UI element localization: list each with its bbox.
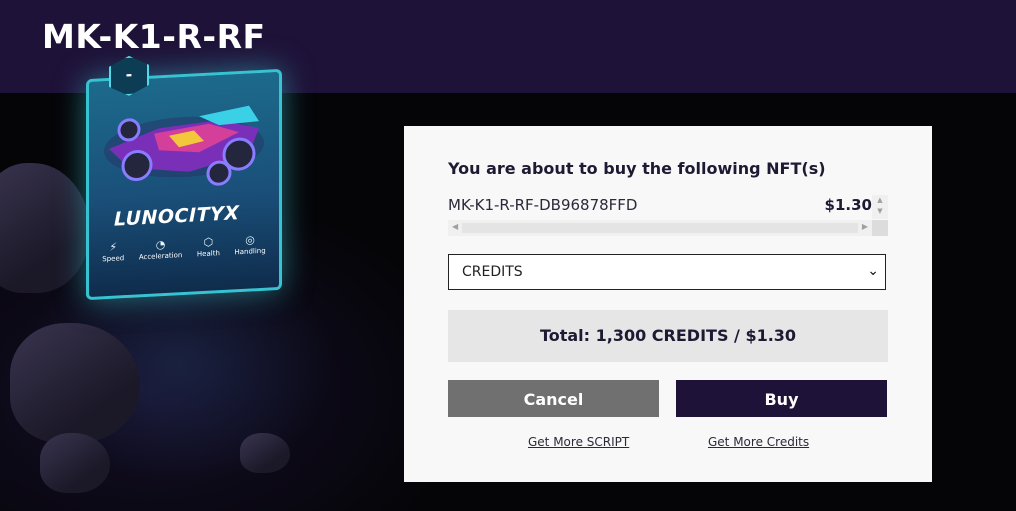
scroll-down-icon[interactable]: ▼: [872, 206, 888, 217]
horizontal-scrollbar[interactable]: ◀ ▶: [448, 220, 872, 236]
scrollbar-corner: [872, 220, 888, 236]
nft-item-price: $1.30: [824, 196, 872, 214]
stat-handling: ◎ Handling: [234, 233, 266, 257]
get-more-credits-link[interactable]: Get More Credits: [708, 435, 809, 449]
scroll-right-icon[interactable]: ▶: [862, 222, 868, 231]
asteroid-rock: [240, 433, 290, 473]
get-more-script-link[interactable]: Get More SCRIPT: [528, 435, 629, 449]
nft-item-list[interactable]: MK-K1-R-RF-DB96878FFD $1.30 ▲ ▼ ◀ ▶: [448, 195, 888, 237]
stat-label: Speed: [102, 254, 125, 264]
shield-icon: ⬡: [203, 235, 214, 249]
page-title: MK-K1-R-RF: [42, 17, 266, 56]
stat-speed: ⚡ Speed: [102, 240, 125, 264]
chevron-down-icon: ⌄: [867, 263, 879, 279]
scroll-left-icon[interactable]: ◀: [452, 222, 458, 231]
currency-select-value: CREDITS: [462, 264, 523, 280]
currency-select[interactable]: CREDITS ⌄: [448, 254, 886, 290]
stat-label: Acceleration: [138, 251, 183, 262]
scroll-up-icon[interactable]: ▲: [872, 195, 888, 206]
card-stats: ⚡ Speed ◔ Acceleration ⬡ Health ◎ Handli…: [95, 232, 273, 263]
stat-label: Handling: [234, 246, 266, 257]
dialog-heading: You are about to buy the following NFT(s…: [448, 159, 826, 178]
nft-card: - LUNOCITYX ⚡ Speed ◔ Acceleration ⬡ Hea…: [86, 69, 282, 301]
total-summary: Total: 1,300 CREDITS / $1.30: [448, 310, 888, 362]
asteroid-rock: [40, 433, 110, 493]
card-name: LUNOCITYX: [114, 202, 240, 231]
purchase-dialog: You are about to buy the following NFT(s…: [404, 126, 932, 482]
list-item: MK-K1-R-RF-DB96878FFD $1.30: [448, 195, 872, 219]
stat-health: ⬡ Health: [197, 235, 220, 258]
race-car-image: [104, 105, 264, 186]
scrollbar-thumb[interactable]: [462, 223, 858, 233]
stat-label: Health: [196, 249, 220, 259]
lightning-icon: ⚡: [109, 240, 118, 254]
stat-acceleration: ◔ Acceleration: [139, 237, 183, 261]
cancel-button[interactable]: Cancel: [448, 380, 659, 417]
nft-item-name: MK-K1-R-RF-DB96878FFD: [448, 196, 638, 214]
asteroid-rock: [10, 323, 140, 443]
asteroid-rock: [0, 163, 90, 293]
vertical-scrollbar[interactable]: ▲ ▼: [872, 195, 888, 219]
buy-button[interactable]: Buy: [676, 380, 887, 417]
